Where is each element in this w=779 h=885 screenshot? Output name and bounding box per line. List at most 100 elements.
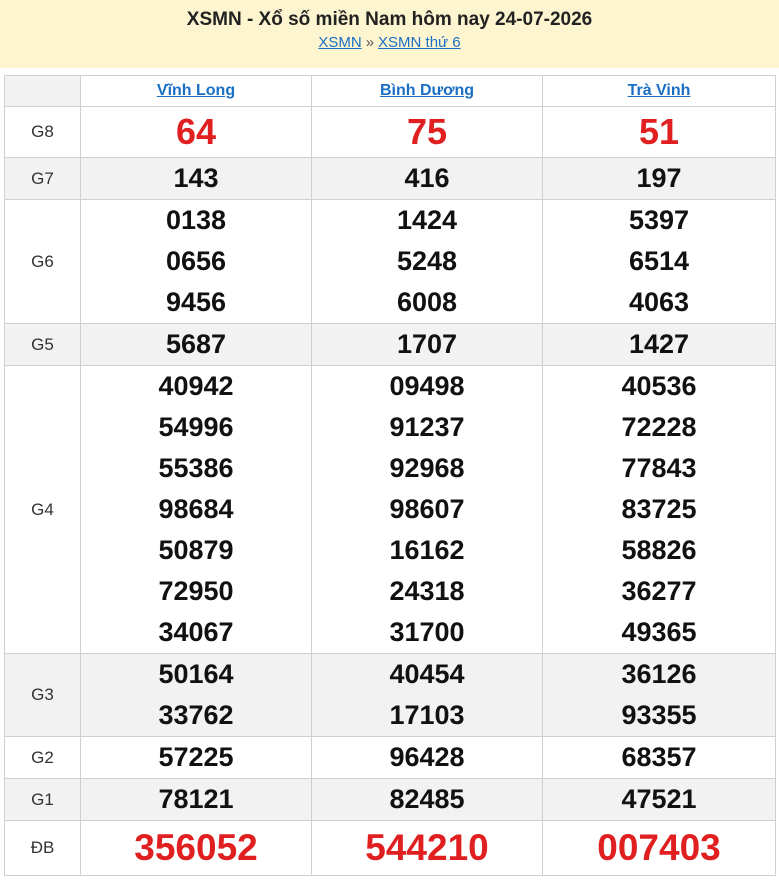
result-number: 34067: [158, 617, 234, 647]
result-number: 96428: [389, 742, 465, 772]
prize-row-g8: G8 64 75 51: [4, 106, 776, 158]
prize-label: G6: [4, 199, 81, 324]
result-number: 72950: [158, 576, 234, 606]
result-number: 16162: [389, 535, 465, 565]
page-header: XSMN - Xổ số miền Nam hôm nay 24-07-2026…: [0, 0, 779, 68]
result-cell: 143: [80, 157, 312, 200]
special-prize-number: 007403: [597, 827, 721, 868]
special-prize-number: 544210: [365, 827, 489, 868]
result-number: 36277: [621, 576, 697, 606]
result-number: 83725: [621, 494, 697, 524]
result-cell: 1707: [311, 323, 543, 366]
result-number: 5397: [628, 205, 690, 235]
breadcrumb-xsmn-thu6-link[interactable]: XSMN thứ 6: [378, 34, 461, 51]
province-header: Vĩnh Long: [80, 75, 312, 107]
province-header: Bình Dương: [311, 75, 543, 107]
prize-label: G3: [4, 653, 81, 737]
prize-row-g2: G2 57225 96428 68357: [4, 736, 776, 779]
result-number: 64: [175, 111, 217, 152]
result-number: 9456: [165, 287, 227, 317]
result-number: 78121: [158, 784, 234, 814]
result-cell: 82485: [311, 778, 543, 821]
prize-label: G4: [4, 365, 81, 654]
result-cell: 5687: [80, 323, 312, 366]
breadcrumb-separator: »: [365, 34, 375, 51]
result-cell: 96428: [311, 736, 543, 779]
page-title: XSMN - Xổ số miền Nam hôm nay 24-07-2026: [186, 9, 593, 30]
result-number: 1707: [396, 329, 458, 359]
result-number: 31700: [389, 617, 465, 647]
result-number: 33762: [158, 700, 234, 730]
result-number: 68357: [621, 742, 697, 772]
result-number: 92968: [389, 453, 465, 483]
result-cell: 78121: [80, 778, 312, 821]
result-number: 91237: [389, 412, 465, 442]
result-number: 98607: [389, 494, 465, 524]
result-number: 197: [636, 163, 682, 193]
prize-row-g6: G6 0138 0656 9456 1424 5248 6008 5397 65…: [4, 199, 776, 324]
result-number: 4063: [628, 287, 690, 317]
result-number: 54996: [158, 412, 234, 442]
prize-label: G7: [4, 157, 81, 200]
result-number: 5248: [396, 246, 458, 276]
breadcrumb-xsmn-link[interactable]: XSMN: [318, 34, 361, 51]
prize-label: ĐB: [4, 820, 81, 876]
result-number: 36126: [621, 659, 697, 689]
result-cell: 09498 91237 92968 98607 16162 24318 3170…: [311, 365, 543, 654]
result-number: 1424: [396, 205, 458, 235]
result-number: 47521: [621, 784, 697, 814]
result-number: 50164: [158, 659, 234, 689]
result-number: 58826: [621, 535, 697, 565]
result-number: 143: [173, 163, 219, 193]
result-number: 49365: [621, 617, 697, 647]
result-cell: 416: [311, 157, 543, 200]
result-cell: 40536 72228 77843 83725 58826 36277 4936…: [542, 365, 776, 654]
result-number: 55386: [158, 453, 234, 483]
result-cell: 1424 5248 6008: [311, 199, 543, 324]
result-number: 40454: [389, 659, 465, 689]
prize-label: G5: [4, 323, 81, 366]
result-number: 57225: [158, 742, 234, 772]
result-cell: 356052: [80, 820, 312, 876]
result-cell: 64: [80, 106, 312, 158]
result-number: 40536: [621, 371, 697, 401]
result-number: 6008: [396, 287, 458, 317]
corner-cell: [4, 75, 81, 107]
result-cell: 40454 17103: [311, 653, 543, 737]
result-number: 416: [404, 163, 450, 193]
province-link-vinh-long[interactable]: Vĩnh Long: [157, 82, 235, 99]
result-cell: 544210: [311, 820, 543, 876]
result-cell: 47521: [542, 778, 776, 821]
result-cell: 75: [311, 106, 543, 158]
province-header: Trà Vinh: [542, 75, 776, 107]
result-cell: 1427: [542, 323, 776, 366]
breadcrumb: XSMN» XSMN thứ 6: [0, 33, 779, 53]
result-cell: 197: [542, 157, 776, 200]
prize-row-g5: G5 5687 1707 1427: [4, 323, 776, 366]
result-number: 0138: [165, 205, 227, 235]
result-cell: 57225: [80, 736, 312, 779]
province-link-tra-vinh[interactable]: Trà Vinh: [628, 82, 691, 99]
result-cell: 36126 93355: [542, 653, 776, 737]
prize-row-g7: G7 143 416 197: [4, 157, 776, 200]
province-link-binh-duong[interactable]: Bình Dương: [380, 82, 474, 99]
result-number: 51: [638, 111, 680, 152]
result-number: 75: [406, 111, 448, 152]
result-cell: 51: [542, 106, 776, 158]
prize-row-g1: G1 78121 82485 47521: [4, 778, 776, 821]
prize-row-g4: G4 40942 54996 55386 98684 50879 72950 3…: [4, 365, 776, 654]
result-cell: 0138 0656 9456: [80, 199, 312, 324]
result-number: 40942: [158, 371, 234, 401]
result-number: 1427: [628, 329, 690, 359]
result-number: 09498: [389, 371, 465, 401]
result-number: 77843: [621, 453, 697, 483]
result-number: 24318: [389, 576, 465, 606]
result-number: 50879: [158, 535, 234, 565]
special-prize-number: 356052: [134, 827, 258, 868]
prize-label: G1: [4, 778, 81, 821]
province-header-row: Vĩnh Long Bình Dương Trà Vinh: [4, 75, 776, 107]
result-number: 98684: [158, 494, 234, 524]
result-number: 6514: [628, 246, 690, 276]
results-table: Vĩnh Long Bình Dương Trà Vinh G8 64 75 5…: [4, 75, 776, 876]
result-cell: 68357: [542, 736, 776, 779]
